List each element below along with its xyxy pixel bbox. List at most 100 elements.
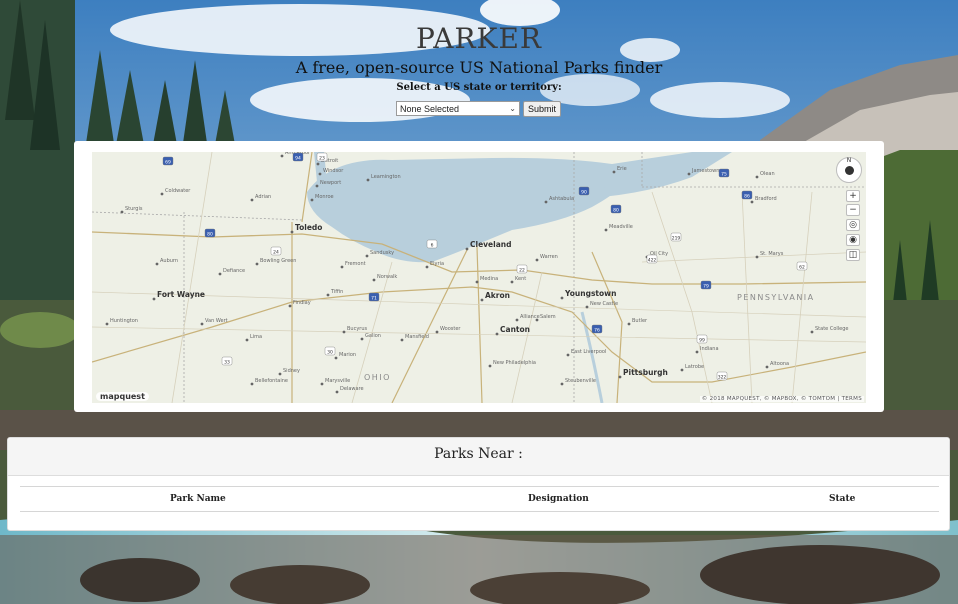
- city-label: Indiana: [700, 346, 719, 352]
- region-label: PENNSYLVANIA: [737, 293, 815, 302]
- city-label: Salem: [540, 314, 556, 320]
- city-dot: [765, 365, 769, 369]
- city-dot: [278, 372, 282, 376]
- city-label: Medina: [480, 276, 498, 282]
- city-label: Steubenville: [565, 378, 596, 384]
- city-label: Wooster: [440, 326, 461, 332]
- city-label: Delaware: [340, 386, 364, 392]
- city-label: Warren: [540, 254, 558, 260]
- route-shield-label: 23: [319, 156, 325, 162]
- city-dot: [755, 255, 759, 259]
- city-dot: [566, 353, 570, 357]
- route-shield-label: 94: [295, 156, 301, 162]
- city-label: Bowling Green: [260, 258, 296, 264]
- city-dot: [366, 178, 370, 182]
- table-divider: [20, 486, 939, 487]
- city-dot: [495, 332, 499, 336]
- city-label: Toledo: [295, 223, 322, 232]
- route-shield-label: 6: [431, 243, 434, 249]
- city-dot: [326, 293, 330, 297]
- city-dot: [695, 350, 699, 354]
- state-select-label: Select a US state or territory:: [396, 82, 562, 93]
- route-shield-label: 219: [672, 236, 681, 242]
- interactive-map[interactable]: Toledo Cleveland Akron Youngstown Canton Pitt…: [92, 152, 866, 403]
- region-label: OHIO: [364, 373, 391, 382]
- city-label: Bucyrus: [347, 326, 368, 332]
- city-dot: [342, 330, 346, 334]
- city-dot: [585, 305, 589, 309]
- traffic-icon[interactable]: ◫: [846, 249, 860, 261]
- city-label: Altoona: [770, 361, 789, 367]
- city-dot: [687, 172, 691, 176]
- state-select[interactable]: None Selected ⌄: [396, 101, 520, 116]
- city-dot: [218, 272, 222, 276]
- route-shield-label: 62: [799, 265, 805, 271]
- city-label: Van Wert: [205, 318, 228, 324]
- route-shield-label: 90: [581, 190, 587, 196]
- city-dot: [510, 280, 514, 284]
- state-form: None Selected ⌄ Submit: [396, 101, 561, 117]
- state-select-value: None Selected: [400, 103, 460, 114]
- city-label: Auburn: [160, 258, 178, 264]
- city-label: Lima: [250, 334, 262, 340]
- city-label: Coldwater: [165, 188, 191, 194]
- map-attribution[interactable]: © 2018 MAPQUEST, © MAPBOX, © TOMTOM | TE…: [699, 396, 864, 402]
- column-header-designation: Designation: [528, 494, 589, 504]
- city-dot: [288, 304, 292, 308]
- city-label: Marion: [339, 352, 356, 358]
- city-dot: [372, 278, 376, 282]
- table-divider: [20, 511, 939, 512]
- locate-icon[interactable]: ◎: [846, 219, 860, 231]
- city-label: Monroe: [315, 194, 334, 200]
- compass-icon[interactable]: N: [836, 157, 862, 183]
- parks-title: Parks Near :: [434, 446, 523, 462]
- map-canvas[interactable]: Toledo Cleveland Akron Youngstown Canton Pitt…: [92, 152, 866, 403]
- city-label: Elyria: [430, 261, 444, 267]
- city-label: Newport: [320, 180, 341, 186]
- city-dot: [340, 265, 344, 269]
- city-label: Ashtabula: [549, 196, 574, 202]
- zoom-out-button[interactable]: −: [846, 204, 860, 216]
- route-shield-label: 69: [165, 160, 171, 166]
- chevron-down-icon: ⌄: [509, 104, 516, 113]
- city-dot: [544, 200, 548, 204]
- city-label: Youngstown: [564, 289, 616, 298]
- city-label: Jamestown: [691, 168, 719, 174]
- city-label: Butler: [632, 318, 648, 324]
- city-label: Bellefontaine: [255, 378, 288, 384]
- city-dot: [105, 322, 109, 326]
- route-shield-label: 80: [207, 232, 213, 238]
- column-header-park-name: Park Name: [170, 494, 226, 504]
- route-shield-label: 422: [648, 258, 657, 264]
- globe-icon[interactable]: ◉: [846, 234, 860, 246]
- route-shield-label: 76: [594, 328, 600, 334]
- compass-center-icon: [845, 166, 854, 175]
- city-dot: [535, 258, 539, 262]
- parks-card-header: Parks Near :: [8, 438, 949, 476]
- city-dot: [250, 382, 254, 386]
- city-label: Huntington: [110, 318, 138, 324]
- route-shield-label: 80: [613, 208, 619, 214]
- city-dot: [155, 262, 159, 266]
- route-shield-label: 99: [699, 338, 705, 344]
- city-label: Sidney: [283, 368, 300, 374]
- city-dot: [515, 318, 519, 322]
- city-dot: [334, 356, 338, 360]
- parks-card: Parks Near : Park Name Designation State: [7, 437, 950, 531]
- city-dot: [755, 175, 759, 179]
- city-label: New Castle: [590, 301, 618, 307]
- city-label: New Philadelphia: [493, 360, 536, 366]
- zoom-in-button[interactable]: +: [846, 190, 860, 202]
- route-shield-label: 75: [721, 172, 727, 178]
- route-shield-label: 322: [718, 375, 727, 381]
- submit-button[interactable]: Submit: [523, 101, 561, 117]
- city-dot: [250, 198, 254, 202]
- city-label: Mansfield: [405, 334, 429, 340]
- site-subtitle: A free, open-source US National Parks fi…: [295, 58, 663, 77]
- city-label: Windsor: [323, 168, 344, 174]
- map-card: Toledo Cleveland Akron Youngstown Canton Pitt…: [74, 141, 884, 412]
- city-dot: [488, 364, 492, 368]
- city-label: Pittsburgh: [623, 368, 668, 377]
- city-dot: [200, 322, 204, 326]
- city-label: Akron: [485, 291, 510, 300]
